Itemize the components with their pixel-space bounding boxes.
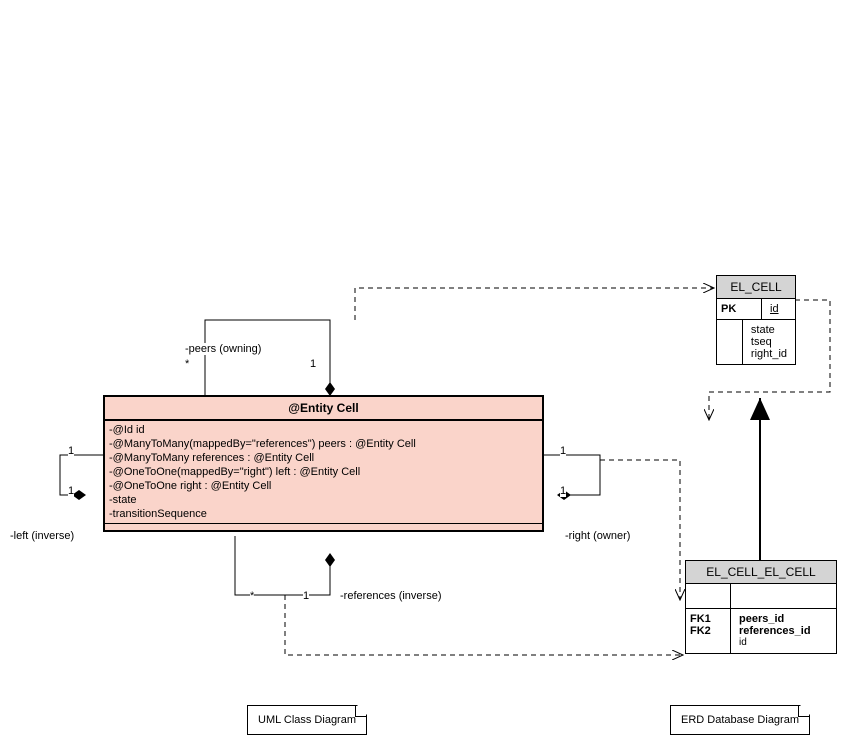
uml-class-title: @Entity Cell: [105, 397, 542, 421]
erd-fk-fields: peers_id references_id id: [731, 609, 836, 653]
label-peers-one: 1: [310, 358, 316, 370]
uml-attr: -@OneToOne right : @Entity Cell: [109, 479, 538, 493]
erd-table-el-cell-el-cell: EL_CELL_EL_CELL FK1 FK2 peers_id referen…: [685, 560, 837, 654]
diagram-container: { "uml_class": { "title": "@Entity Cell"…: [0, 0, 853, 754]
uml-attr: -@OneToOne(mappedBy="right") left : @Ent…: [109, 465, 538, 479]
label-right-one-top: 1: [560, 445, 566, 457]
uml-attr: -@ManyToMany(mappedBy="references") peer…: [109, 437, 538, 451]
erd-pk-row: PK id: [717, 299, 795, 320]
uml-class-methods: [105, 524, 542, 530]
erd-empty: [690, 637, 726, 649]
note-uml: UML Class Diagram: [247, 705, 367, 735]
label-left-inverse: -left (inverse): [10, 530, 74, 542]
note-uml-text: UML Class Diagram: [258, 714, 356, 726]
erd-fields-row: state tseq right_id: [717, 320, 795, 364]
erd-fk-labels: FK1 FK2: [686, 609, 731, 653]
erd-pk-field: id: [762, 299, 795, 319]
uml-attr: -transitionSequence: [109, 507, 538, 521]
uml-attr: -@Id id: [109, 423, 538, 437]
label-right-owner: -right (owner): [565, 530, 630, 542]
erd-fk1-field: peers_id: [739, 613, 828, 625]
erd-table-el-cell: EL_CELL PK id state tseq right_id: [716, 275, 796, 365]
erd-fk-row: FK1 FK2 peers_id references_id id: [686, 609, 836, 653]
erd-empty: [686, 584, 731, 608]
uml-class-attributes: -@Id id -@ManyToMany(mappedBy="reference…: [105, 421, 542, 524]
erd-title: EL_CELL: [717, 276, 795, 299]
label-peers-owning: -peers (owning): [185, 343, 261, 355]
label-left-one-top: 1: [68, 445, 74, 457]
label-peers-star: *: [185, 358, 189, 370]
erd-empty-row: [686, 584, 836, 609]
note-erd: ERD Database Diagram: [670, 705, 810, 735]
erd-id-field: id: [739, 637, 828, 648]
erd-field: right_id: [751, 348, 787, 360]
note-erd-text: ERD Database Diagram: [681, 714, 799, 726]
uml-class-entity-cell: @Entity Cell -@Id id -@ManyToMany(mapped…: [103, 395, 544, 532]
label-right-one-bottom: 1: [560, 485, 566, 497]
erd-title: EL_CELL_EL_CELL: [686, 561, 836, 584]
label-ref-one: 1: [303, 590, 309, 602]
label-ref-star: *: [250, 590, 254, 602]
uml-attr: -state: [109, 493, 538, 507]
erd-fk2-label: FK2: [690, 625, 726, 637]
erd-fk2-field: references_id: [739, 625, 828, 637]
erd-pk-label: PK: [717, 299, 762, 319]
label-left-one-bottom: 1: [68, 485, 74, 497]
erd-fields: state tseq right_id: [743, 320, 795, 364]
erd-field: state: [751, 324, 787, 336]
label-references-inverse: -references (inverse): [340, 590, 441, 602]
erd-fk1-label: FK1: [690, 613, 726, 625]
erd-field: tseq: [751, 336, 787, 348]
uml-attr: -@ManyToMany references : @Entity Cell: [109, 451, 538, 465]
erd-empty: [717, 320, 743, 364]
erd-empty: [731, 584, 836, 608]
